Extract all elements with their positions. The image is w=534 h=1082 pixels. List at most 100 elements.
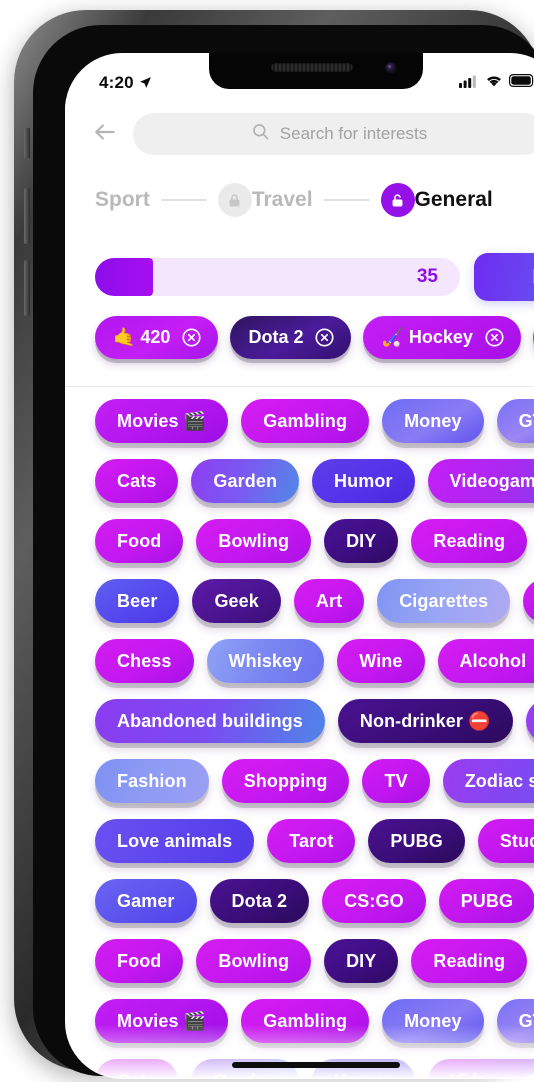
interest-tag[interactable]: Abandoned buildings	[95, 699, 325, 743]
interest-tag[interactable]: Money	[382, 999, 484, 1043]
earpiece-speaker-icon	[270, 63, 353, 72]
interest-tag[interactable]: Love animals	[95, 819, 255, 863]
search-placeholder: Search for interests	[279, 124, 428, 143]
tag-row: FoodBowlingDIYReadingGeek	[95, 939, 534, 983]
tag-row: Abandoned buildings Non-drinker ⛔ Zodiac s…	[95, 699, 534, 743]
stepper: Sport Travel General	[65, 183, 534, 217]
circle-x-icon[interactable]	[314, 327, 335, 348]
cellular-signal-icon	[459, 74, 479, 93]
circle-x-icon[interactable]	[181, 327, 202, 348]
interest-tag[interactable]: Study	[477, 819, 534, 863]
interest-tag[interactable]: Whiskey	[206, 639, 325, 683]
stepper-step-general[interactable]: General	[415, 188, 493, 212]
progress-bar: 35	[95, 258, 460, 296]
interest-tag[interactable]: Non-drinker ⛔	[337, 699, 513, 743]
selected-chip-label: 🏑 Hockey	[381, 327, 473, 347]
top-bar: Search for interests	[65, 99, 534, 165]
interest-tag[interactable]: PUBG	[438, 879, 534, 923]
progress-row: 35 Next	[65, 253, 534, 301]
interest-tag[interactable]: Zodiac signs	[442, 759, 534, 803]
interest-tag[interactable]: PUBG	[368, 819, 465, 863]
section-divider	[65, 386, 534, 387]
interest-tag[interactable]: Art	[293, 579, 365, 623]
interest-tag[interactable]: Zodiac signs	[525, 699, 534, 743]
stepper-connector-2	[323, 199, 370, 201]
interest-tag[interactable]: Food	[95, 519, 184, 563]
interest-tag[interactable]: Alcohol 🍷	[437, 639, 534, 683]
interest-tag[interactable]: DIY	[324, 939, 399, 983]
interest-tag[interactable]: DIY	[324, 519, 399, 563]
interest-tag[interactable]: Money	[382, 399, 484, 443]
selected-chip[interactable]: 🤙 420	[95, 316, 219, 359]
interest-tag[interactable]: Fashion	[95, 759, 209, 803]
tag-row: Movies 🎬GamblingMoneyGTATV	[95, 999, 534, 1043]
tag-row: Movies 🎬GamblingMoneyGTAGambling	[95, 399, 534, 443]
interest-tag[interactable]: Tarot	[267, 819, 356, 863]
interest-tag[interactable]: Humor	[312, 459, 415, 503]
interest-tag[interactable]: Shopping	[221, 759, 350, 803]
interest-tag[interactable]: Wine	[337, 639, 425, 683]
interest-tag[interactable]: Cats	[95, 459, 179, 503]
interest-tag[interactable]: Gambling	[241, 999, 370, 1043]
interest-tag[interactable]: Gambling	[241, 399, 370, 443]
interest-tag[interactable]: Movies 🎬	[95, 999, 229, 1043]
interest-tag[interactable]: CS:GO	[322, 879, 426, 923]
interest-tags-scroll[interactable]: Movies 🎬 Gambling Money GTA Gambling Cats Gard…	[65, 399, 534, 1079]
tag-row: BeerGeekArtCigarettesTVGeek	[95, 579, 534, 623]
tag-row: FashionShoppingTVZodiac signsGeek	[95, 759, 534, 803]
stepper-step-travel[interactable]: Travel	[252, 188, 313, 212]
circle-x-icon[interactable]	[484, 327, 505, 348]
interest-tag[interactable]: Dota 2	[209, 879, 310, 923]
front-camera-icon	[385, 62, 397, 74]
interest-tag[interactable]: Movies 🎬	[95, 399, 229, 443]
interest-tag[interactable]: TV	[362, 759, 430, 803]
tag-row: Love animalsTarotPUBGStudyMoney	[95, 819, 534, 863]
interest-tag[interactable]: Videogames	[427, 1059, 534, 1079]
progress-bar-fill	[95, 258, 154, 296]
selected-chip-label: Dota 2	[248, 327, 304, 347]
selected-chip[interactable]: 🏑 Hockey	[363, 316, 521, 359]
selected-chip[interactable]: Dota 2	[230, 316, 352, 359]
screenshot-stage: 4:20 Search for interests Sport Travel G…	[0, 0, 534, 1082]
interest-tag[interactable]: Cats	[95, 1059, 179, 1079]
interest-tag[interactable]: Reading	[411, 519, 528, 563]
lock-closed-icon	[217, 183, 252, 217]
interest-tag[interactable]: Gamer	[95, 879, 197, 923]
wifi-icon	[485, 74, 503, 92]
home-indicator[interactable]	[232, 1062, 400, 1068]
interest-tag[interactable]: Garden	[191, 459, 300, 503]
stepper-step-sport[interactable]: Sport	[95, 188, 150, 212]
search-input[interactable]: Search for interests	[133, 113, 534, 155]
interest-tag[interactable]: Bowling	[196, 939, 312, 983]
selected-chips-row[interactable]: 🤙 420Dota 2🏑 HockeyAlcohol	[65, 316, 534, 359]
battery-icon	[509, 74, 534, 92]
interest-tag[interactable]: GTA	[496, 999, 534, 1043]
tag-row: FoodBowlingDIYReadingWine	[95, 519, 534, 563]
interest-tag[interactable]: Food	[95, 939, 184, 983]
tag-row: CatsGardenHumorVideogamesHumor	[95, 459, 534, 503]
lock-open-icon	[380, 183, 415, 217]
volume-down-button[interactable]	[24, 260, 30, 316]
interest-tag[interactable]: Bowling	[196, 519, 312, 563]
interest-tag[interactable]: Videogames	[427, 459, 534, 503]
interest-tag[interactable]: Cigarettes	[377, 579, 511, 623]
status-bar-right	[459, 74, 534, 93]
selected-chip-label: 🤙 420	[113, 327, 171, 347]
volume-up-button[interactable]	[24, 188, 30, 244]
phone-bezel: 4:20 Search for interests Sport Travel G…	[33, 25, 534, 1079]
phone-frame: 4:20 Search for interests Sport Travel G…	[14, 10, 534, 1079]
interest-tag[interactable]: Chess	[95, 639, 194, 683]
interest-tag[interactable]: Beer	[95, 579, 180, 623]
selected-count: 35	[416, 266, 438, 287]
back-arrow-icon	[92, 119, 118, 150]
tag-row: GamerDota 2CS:GOPUBGReading	[95, 879, 534, 923]
back-button[interactable]	[91, 120, 119, 148]
status-time: 4:20	[99, 73, 134, 92]
interest-tag[interactable]: Reading	[411, 939, 528, 983]
next-button[interactable]: Next	[474, 253, 534, 301]
interest-tag[interactable]: TV	[523, 579, 534, 623]
interest-tag[interactable]: Geek	[192, 579, 281, 623]
silent-switch[interactable]	[24, 128, 30, 158]
interest-tag[interactable]: GTA	[496, 399, 534, 443]
location-arrow-icon	[139, 76, 152, 89]
